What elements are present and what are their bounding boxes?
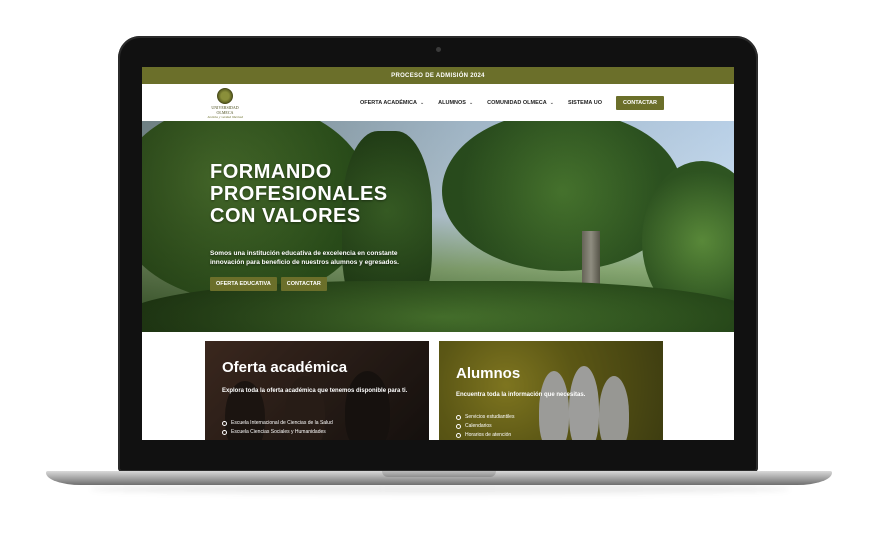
list-item-label: Horarios de atención <box>465 432 512 438</box>
check-circle-icon <box>456 415 461 420</box>
list-item-label: Escuela Ciencias Sociales y Humanidades <box>231 429 326 435</box>
laptop-screen: PROCESO DE ADMISIÓN 2024 UNIVERSIDAD OLM… <box>142 67 734 440</box>
hero-contact-button[interactable]: CONTACTAR <box>280 277 327 291</box>
oferta-educativa-button[interactable]: OFERTA EDUCATIVA <box>210 277 277 291</box>
card-alumnos[interactable]: Alumnos Encuentra toda la información qu… <box>439 341 663 440</box>
card-list: Escuela Internacional de Ciencias de la … <box>222 419 333 437</box>
hero-section: FORMANDO PROFESIONALES CON VALORES Somos… <box>142 121 734 332</box>
list-item-label: Escuela Internacional de Ciencias de la … <box>231 420 333 426</box>
hero-title: FORMANDO PROFESIONALES CON VALORES <box>210 161 430 227</box>
laptop-notch <box>382 471 496 477</box>
chevron-down-icon: ⌄ <box>419 99 425 106</box>
laptop-shadow <box>90 484 790 494</box>
nav-item-label: SISTEMA UO <box>567 99 602 106</box>
nav-item-label: ALUMNOS <box>438 99 466 106</box>
check-circle-icon <box>456 424 461 429</box>
chevron-down-icon: ⌄ <box>549 99 554 106</box>
nav-item-oferta-academica[interactable]: OFERTA ACADÉMICA ⌄ <box>360 100 424 106</box>
check-circle-icon <box>222 421 227 426</box>
list-item[interactable]: Calendarios <box>456 422 514 431</box>
list-item-label: Servicios estudiantiles <box>465 414 515 420</box>
nav-item-sistema-uo[interactable]: SISTEMA UO <box>568 100 602 106</box>
nav-item-comunidad-olmeca[interactable]: COMUNIDAD OLMECA ⌄ <box>487 100 554 106</box>
brand-name: UNIVERSIDAD OLMECA <box>211 105 239 115</box>
hero-subtitle: Somos una institución educativa de excel… <box>210 250 399 266</box>
hero-buttons: OFERTA EDUCATIVA CONTACTAR <box>210 277 327 291</box>
list-item[interactable]: Horarios de atención <box>456 431 514 440</box>
card-oferta-academica[interactable]: Oferta académica Explora toda la oferta … <box>205 341 429 440</box>
nav-item-alumnos[interactable]: ALUMNOS ⌄ <box>438 100 473 106</box>
contact-button[interactable]: CONTACTAR <box>615 95 664 110</box>
admission-banner[interactable]: PROCESO DE ADMISIÓN 2024 <box>142 67 734 84</box>
card-description: Explora toda la oferta académica que ten… <box>222 388 408 394</box>
brand-motto: Justicia y verdad libertad <box>207 115 243 119</box>
admission-banner-text[interactable]: PROCESO DE ADMISIÓN 2024 <box>391 73 485 79</box>
check-circle-icon <box>222 430 227 435</box>
university-seal-icon <box>217 88 233 104</box>
nav-item-label: OFERTA ACADÉMICA <box>360 99 417 106</box>
nav-item-label: COMUNIDAD OLMECA <box>487 99 547 106</box>
hero-title-line: FORMANDO <box>210 161 332 183</box>
chevron-down-icon: ⌄ <box>468 99 474 106</box>
hero-title-line: PROFESIONALES <box>210 183 388 205</box>
list-item[interactable]: Escuela Internacional de Ciencias de la … <box>222 419 333 428</box>
check-circle-icon <box>456 433 461 438</box>
list-item[interactable]: Escuela Ciencias Sociales y Humanidades <box>222 428 333 437</box>
list-item[interactable]: Servicios estudiantiles <box>456 413 514 422</box>
card-list: Servicios estudiantiles Calendarios Hora… <box>456 413 514 440</box>
hero-title-line: CON VALORES <box>210 205 361 227</box>
card-title: Alumnos <box>456 365 521 382</box>
main-navbar: UNIVERSIDAD OLMECA Justicia y verdad lib… <box>142 84 734 121</box>
webcam <box>436 47 441 52</box>
card-title: Oferta académica <box>222 359 348 376</box>
university-logo[interactable]: UNIVERSIDAD OLMECA Justicia y verdad lib… <box>204 88 246 119</box>
card-description: Encuentra toda la información que necesi… <box>456 392 586 398</box>
list-item-label: Calendarios <box>465 423 492 429</box>
nav-menu: OFERTA ACADÉMICA ⌄ ALUMNOS ⌄ COMUNIDAD O… <box>360 84 664 121</box>
